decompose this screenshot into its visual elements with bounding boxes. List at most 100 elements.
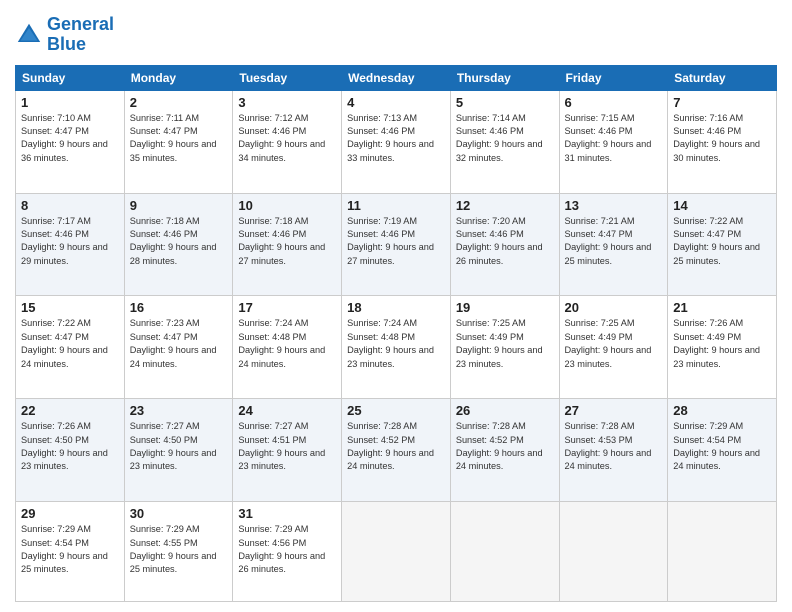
day-number: 12 <box>456 198 554 213</box>
day-info: Sunrise: 7:10 AM Sunset: 4:47 PM Dayligh… <box>21 113 108 163</box>
calendar-cell: 7 Sunrise: 7:16 AM Sunset: 4:46 PM Dayli… <box>668 90 777 193</box>
day-info: Sunrise: 7:22 AM Sunset: 4:47 PM Dayligh… <box>21 318 108 368</box>
calendar-table: SundayMondayTuesdayWednesdayThursdayFrid… <box>15 65 777 602</box>
calendar-cell: 25 Sunrise: 7:28 AM Sunset: 4:52 PM Dayl… <box>342 399 451 502</box>
day-info: Sunrise: 7:20 AM Sunset: 4:46 PM Dayligh… <box>456 216 543 266</box>
day-number: 13 <box>565 198 663 213</box>
day-info: Sunrise: 7:28 AM Sunset: 4:53 PM Dayligh… <box>565 421 652 471</box>
day-number: 31 <box>238 506 336 521</box>
day-number: 24 <box>238 403 336 418</box>
day-info: Sunrise: 7:15 AM Sunset: 4:46 PM Dayligh… <box>565 113 652 163</box>
day-info: Sunrise: 7:25 AM Sunset: 4:49 PM Dayligh… <box>565 318 652 368</box>
calendar-cell: 28 Sunrise: 7:29 AM Sunset: 4:54 PM Dayl… <box>668 399 777 502</box>
logo-icon <box>15 21 43 49</box>
calendar-cell: 6 Sunrise: 7:15 AM Sunset: 4:46 PM Dayli… <box>559 90 668 193</box>
calendar-cell: 23 Sunrise: 7:27 AM Sunset: 4:50 PM Dayl… <box>124 399 233 502</box>
logo: General Blue <box>15 15 114 55</box>
calendar-cell: 1 Sunrise: 7:10 AM Sunset: 4:47 PM Dayli… <box>16 90 125 193</box>
col-header-friday: Friday <box>559 65 668 90</box>
calendar-cell <box>342 502 451 602</box>
day-number: 7 <box>673 95 771 110</box>
calendar-cell: 10 Sunrise: 7:18 AM Sunset: 4:46 PM Dayl… <box>233 193 342 296</box>
calendar-cell <box>668 502 777 602</box>
calendar-cell: 15 Sunrise: 7:22 AM Sunset: 4:47 PM Dayl… <box>16 296 125 399</box>
day-info: Sunrise: 7:23 AM Sunset: 4:47 PM Dayligh… <box>130 318 217 368</box>
calendar-cell: 3 Sunrise: 7:12 AM Sunset: 4:46 PM Dayli… <box>233 90 342 193</box>
day-info: Sunrise: 7:21 AM Sunset: 4:47 PM Dayligh… <box>565 216 652 266</box>
day-number: 20 <box>565 300 663 315</box>
calendar-cell: 4 Sunrise: 7:13 AM Sunset: 4:46 PM Dayli… <box>342 90 451 193</box>
day-info: Sunrise: 7:26 AM Sunset: 4:50 PM Dayligh… <box>21 421 108 471</box>
day-number: 29 <box>21 506 119 521</box>
calendar-cell <box>450 502 559 602</box>
day-info: Sunrise: 7:29 AM Sunset: 4:54 PM Dayligh… <box>21 524 108 574</box>
day-info: Sunrise: 7:26 AM Sunset: 4:49 PM Dayligh… <box>673 318 760 368</box>
day-info: Sunrise: 7:29 AM Sunset: 4:56 PM Dayligh… <box>238 524 325 574</box>
day-number: 23 <box>130 403 228 418</box>
day-number: 3 <box>238 95 336 110</box>
day-info: Sunrise: 7:28 AM Sunset: 4:52 PM Dayligh… <box>456 421 543 471</box>
day-number: 2 <box>130 95 228 110</box>
calendar-cell: 29 Sunrise: 7:29 AM Sunset: 4:54 PM Dayl… <box>16 502 125 602</box>
calendar-header-row: SundayMondayTuesdayWednesdayThursdayFrid… <box>16 65 777 90</box>
col-header-thursday: Thursday <box>450 65 559 90</box>
week-row-2: 8 Sunrise: 7:17 AM Sunset: 4:46 PM Dayli… <box>16 193 777 296</box>
calendar-cell: 2 Sunrise: 7:11 AM Sunset: 4:47 PM Dayli… <box>124 90 233 193</box>
col-header-sunday: Sunday <box>16 65 125 90</box>
day-number: 25 <box>347 403 445 418</box>
day-number: 5 <box>456 95 554 110</box>
calendar-cell: 19 Sunrise: 7:25 AM Sunset: 4:49 PM Dayl… <box>450 296 559 399</box>
day-number: 18 <box>347 300 445 315</box>
day-info: Sunrise: 7:24 AM Sunset: 4:48 PM Dayligh… <box>238 318 325 368</box>
day-number: 8 <box>21 198 119 213</box>
week-row-3: 15 Sunrise: 7:22 AM Sunset: 4:47 PM Dayl… <box>16 296 777 399</box>
col-header-wednesday: Wednesday <box>342 65 451 90</box>
day-info: Sunrise: 7:29 AM Sunset: 4:55 PM Dayligh… <box>130 524 217 574</box>
day-info: Sunrise: 7:17 AM Sunset: 4:46 PM Dayligh… <box>21 216 108 266</box>
day-info: Sunrise: 7:14 AM Sunset: 4:46 PM Dayligh… <box>456 113 543 163</box>
col-header-monday: Monday <box>124 65 233 90</box>
header: General Blue <box>15 15 777 55</box>
week-row-4: 22 Sunrise: 7:26 AM Sunset: 4:50 PM Dayl… <box>16 399 777 502</box>
day-number: 28 <box>673 403 771 418</box>
day-number: 9 <box>130 198 228 213</box>
day-info: Sunrise: 7:24 AM Sunset: 4:48 PM Dayligh… <box>347 318 434 368</box>
calendar-cell: 13 Sunrise: 7:21 AM Sunset: 4:47 PM Dayl… <box>559 193 668 296</box>
day-number: 17 <box>238 300 336 315</box>
day-info: Sunrise: 7:29 AM Sunset: 4:54 PM Dayligh… <box>673 421 760 471</box>
day-number: 27 <box>565 403 663 418</box>
calendar-cell: 8 Sunrise: 7:17 AM Sunset: 4:46 PM Dayli… <box>16 193 125 296</box>
calendar-cell: 22 Sunrise: 7:26 AM Sunset: 4:50 PM Dayl… <box>16 399 125 502</box>
day-number: 6 <box>565 95 663 110</box>
day-number: 30 <box>130 506 228 521</box>
day-number: 21 <box>673 300 771 315</box>
day-number: 15 <box>21 300 119 315</box>
col-header-saturday: Saturday <box>668 65 777 90</box>
calendar-cell: 31 Sunrise: 7:29 AM Sunset: 4:56 PM Dayl… <box>233 502 342 602</box>
day-info: Sunrise: 7:18 AM Sunset: 4:46 PM Dayligh… <box>238 216 325 266</box>
logo-text: General Blue <box>47 15 114 55</box>
day-number: 26 <box>456 403 554 418</box>
calendar-cell: 5 Sunrise: 7:14 AM Sunset: 4:46 PM Dayli… <box>450 90 559 193</box>
page: General Blue SundayMondayTuesdayWednesda… <box>0 0 792 612</box>
calendar-cell: 20 Sunrise: 7:25 AM Sunset: 4:49 PM Dayl… <box>559 296 668 399</box>
day-info: Sunrise: 7:12 AM Sunset: 4:46 PM Dayligh… <box>238 113 325 163</box>
calendar-cell: 14 Sunrise: 7:22 AM Sunset: 4:47 PM Dayl… <box>668 193 777 296</box>
calendar-cell: 18 Sunrise: 7:24 AM Sunset: 4:48 PM Dayl… <box>342 296 451 399</box>
col-header-tuesday: Tuesday <box>233 65 342 90</box>
day-number: 1 <box>21 95 119 110</box>
day-number: 22 <box>21 403 119 418</box>
day-info: Sunrise: 7:27 AM Sunset: 4:51 PM Dayligh… <box>238 421 325 471</box>
day-info: Sunrise: 7:13 AM Sunset: 4:46 PM Dayligh… <box>347 113 434 163</box>
day-number: 11 <box>347 198 445 213</box>
calendar-cell: 30 Sunrise: 7:29 AM Sunset: 4:55 PM Dayl… <box>124 502 233 602</box>
day-info: Sunrise: 7:18 AM Sunset: 4:46 PM Dayligh… <box>130 216 217 266</box>
calendar-cell: 12 Sunrise: 7:20 AM Sunset: 4:46 PM Dayl… <box>450 193 559 296</box>
day-info: Sunrise: 7:25 AM Sunset: 4:49 PM Dayligh… <box>456 318 543 368</box>
day-number: 4 <box>347 95 445 110</box>
calendar-cell: 11 Sunrise: 7:19 AM Sunset: 4:46 PM Dayl… <box>342 193 451 296</box>
week-row-5: 29 Sunrise: 7:29 AM Sunset: 4:54 PM Dayl… <box>16 502 777 602</box>
day-info: Sunrise: 7:11 AM Sunset: 4:47 PM Dayligh… <box>130 113 217 163</box>
day-number: 10 <box>238 198 336 213</box>
day-info: Sunrise: 7:19 AM Sunset: 4:46 PM Dayligh… <box>347 216 434 266</box>
